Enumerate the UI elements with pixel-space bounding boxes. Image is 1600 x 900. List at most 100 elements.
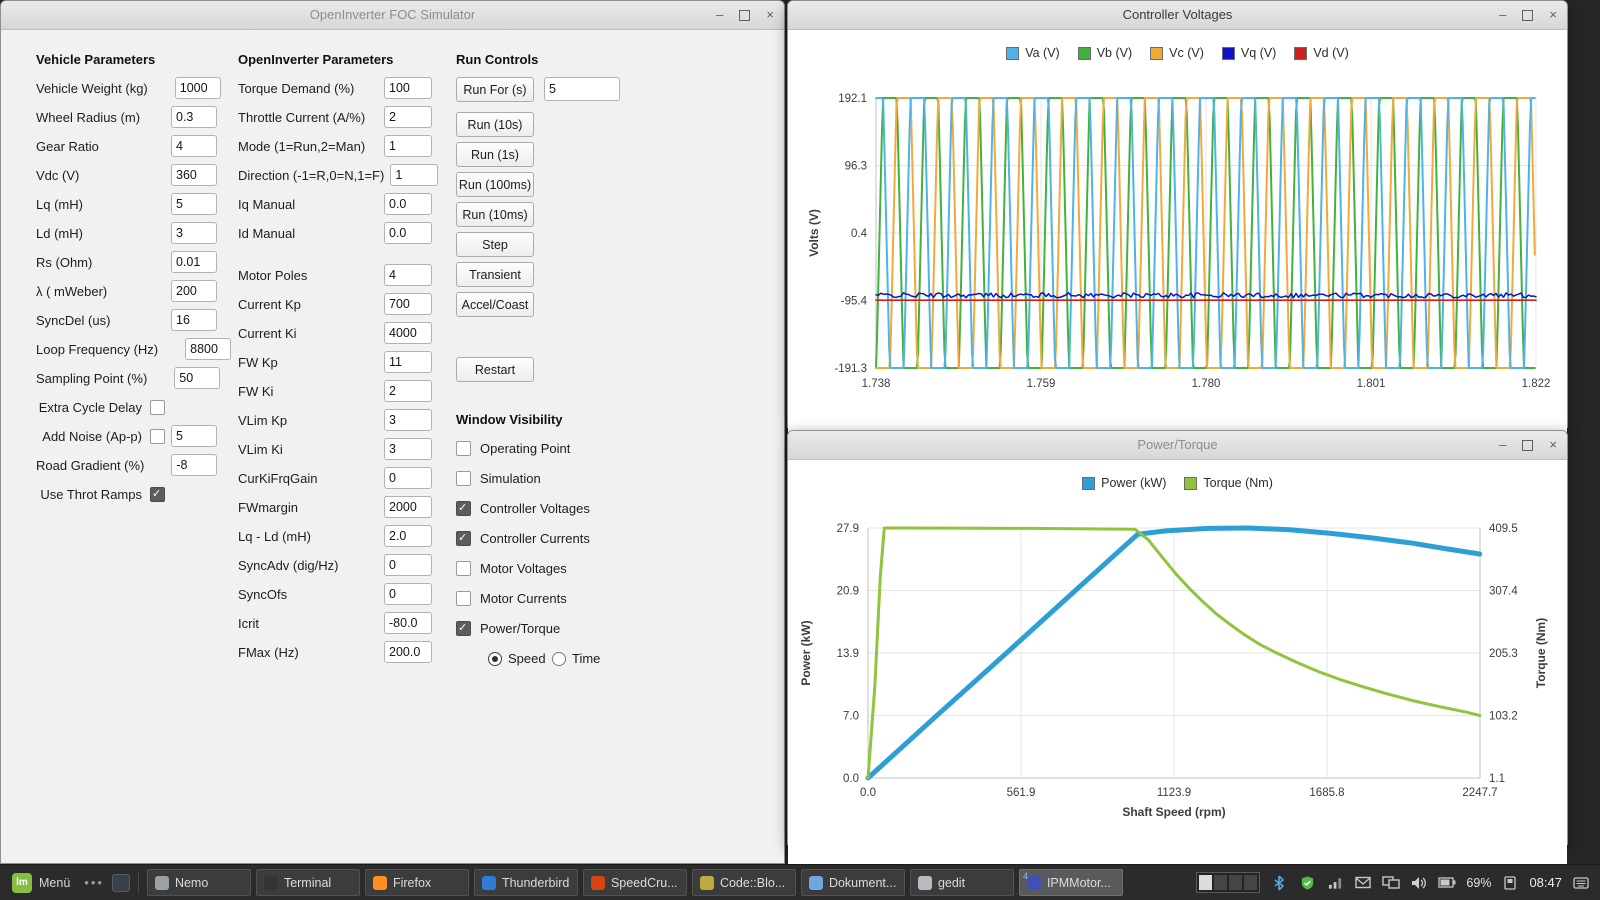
visibility-checkbox[interactable] bbox=[456, 471, 471, 486]
taskbar-window-button[interactable]: Nemo bbox=[147, 869, 251, 896]
param-input[interactable]: 200.0 bbox=[384, 641, 432, 663]
legend-item[interactable]: Power (kW) bbox=[1082, 476, 1166, 490]
workspace-3[interactable] bbox=[1229, 875, 1242, 890]
workspace-1[interactable] bbox=[1199, 875, 1212, 890]
param-input[interactable]: 0.01 bbox=[171, 251, 217, 273]
visibility-checkbox[interactable] bbox=[456, 561, 471, 576]
legend-item[interactable]: Torque (Nm) bbox=[1184, 476, 1272, 490]
run-button[interactable]: Run (10ms) bbox=[456, 202, 534, 227]
param-input[interactable]: 360 bbox=[171, 164, 217, 186]
add-noise-checkbox[interactable] bbox=[150, 429, 165, 444]
close-icon[interactable]: × bbox=[1549, 438, 1557, 452]
controller-voltages-chart[interactable]: 192.196.30.4-95.4-191.31.7381.7591.7801.… bbox=[788, 72, 1567, 424]
shield-icon[interactable] bbox=[1298, 874, 1316, 892]
param-input[interactable]: 1 bbox=[384, 135, 432, 157]
visibility-item[interactable]: Motor Voltages bbox=[456, 557, 696, 579]
param-input[interactable]: 5 bbox=[171, 193, 217, 215]
param-input[interactable]: 4000 bbox=[384, 322, 432, 344]
mail-icon[interactable] bbox=[1354, 874, 1372, 892]
maximize-icon[interactable] bbox=[1522, 10, 1533, 21]
workspace-switcher[interactable] bbox=[1196, 872, 1260, 893]
param-input[interactable]: 8800 bbox=[185, 338, 231, 360]
minimize-icon[interactable]: – bbox=[1499, 8, 1506, 22]
param-input[interactable]: 2 bbox=[384, 106, 432, 128]
run-button[interactable]: Transient bbox=[456, 262, 534, 287]
displays-icon[interactable] bbox=[1382, 874, 1400, 892]
legend-item[interactable]: Vb (V) bbox=[1078, 46, 1132, 60]
param-input[interactable]: 0 bbox=[384, 467, 432, 489]
legend-item[interactable]: Vq (V) bbox=[1222, 46, 1276, 60]
minimize-icon[interactable]: – bbox=[1499, 438, 1506, 452]
maximize-icon[interactable] bbox=[739, 10, 750, 21]
workspace-4[interactable] bbox=[1244, 875, 1257, 890]
radio-time[interactable]: Time bbox=[552, 651, 600, 666]
radio-speed[interactable]: Speed bbox=[488, 651, 552, 666]
extra-cycle-delay-checkbox[interactable] bbox=[150, 400, 165, 415]
road-gradient-input[interactable]: -8 bbox=[171, 454, 217, 476]
taskbar-window-button[interactable]: gedit bbox=[910, 869, 1014, 896]
visibility-checkbox[interactable] bbox=[456, 441, 471, 456]
close-icon[interactable]: × bbox=[1549, 8, 1557, 22]
minimize-icon[interactable]: – bbox=[716, 8, 723, 22]
param-input[interactable]: -80.0 bbox=[384, 612, 432, 634]
param-input[interactable]: 50 bbox=[174, 367, 220, 389]
taskbar-window-button[interactable]: Dokument... bbox=[801, 869, 905, 896]
legend-item[interactable]: Vd (V) bbox=[1294, 46, 1348, 60]
param-input[interactable]: 100 bbox=[384, 77, 432, 99]
visibility-checkbox[interactable] bbox=[456, 621, 471, 636]
taskbar-window-button[interactable]: 4 IPMMotor... bbox=[1019, 869, 1123, 896]
taskbar-window-button[interactable]: Code::Blo... bbox=[692, 869, 796, 896]
param-input[interactable]: 3 bbox=[384, 438, 432, 460]
workspace-2[interactable] bbox=[1214, 875, 1227, 890]
battery-percent[interactable]: 69% bbox=[1466, 876, 1491, 890]
run-button[interactable]: Run (100ms) bbox=[456, 172, 534, 197]
param-input[interactable]: 1 bbox=[390, 164, 438, 186]
run-button[interactable]: Run (10s) bbox=[456, 112, 534, 137]
param-input[interactable]: 700 bbox=[384, 293, 432, 315]
radio-icon[interactable] bbox=[552, 652, 566, 666]
run-for-button[interactable]: Run For (s) bbox=[456, 77, 534, 102]
titlebar[interactable]: OpenInverter FOC Simulator – × bbox=[1, 1, 784, 30]
run-button[interactable]: Accel/Coast bbox=[456, 292, 534, 317]
titlebar[interactable]: Power/Torque – × bbox=[788, 431, 1567, 460]
param-input[interactable]: 0.0 bbox=[384, 193, 432, 215]
param-input[interactable]: 200 bbox=[171, 280, 217, 302]
removable-media-icon[interactable] bbox=[1501, 874, 1519, 892]
close-icon[interactable]: × bbox=[766, 8, 774, 22]
param-input[interactable]: 4 bbox=[384, 264, 432, 286]
radio-icon[interactable] bbox=[488, 652, 502, 666]
visibility-checkbox[interactable] bbox=[456, 591, 471, 606]
battery-icon[interactable] bbox=[1438, 874, 1456, 892]
maximize-icon[interactable] bbox=[1522, 440, 1533, 451]
add-noise-input[interactable]: 5 bbox=[171, 425, 217, 447]
param-input[interactable]: 1000 bbox=[175, 77, 221, 99]
run-button[interactable]: Step bbox=[456, 232, 534, 257]
volume-icon[interactable] bbox=[1410, 874, 1428, 892]
visibility-item[interactable]: Motor Currents bbox=[456, 587, 696, 609]
param-input[interactable]: 0.0 bbox=[384, 222, 432, 244]
panel-dots-icon[interactable]: ••• bbox=[84, 875, 104, 890]
param-input[interactable]: 4 bbox=[171, 135, 217, 157]
param-input[interactable]: 2 bbox=[384, 380, 432, 402]
taskbar-window-button[interactable]: Thunderbird bbox=[474, 869, 578, 896]
param-input[interactable]: 0 bbox=[384, 554, 432, 576]
titlebar[interactable]: Controller Voltages – × bbox=[788, 1, 1567, 30]
taskbar-window-button[interactable]: SpeedCru... bbox=[583, 869, 687, 896]
run-button[interactable]: Run (1s) bbox=[456, 142, 534, 167]
power-torque-chart[interactable]: 27.920.913.97.00.0409.5307.4205.3103.21.… bbox=[788, 502, 1567, 845]
param-input[interactable]: 16 bbox=[171, 309, 217, 331]
visibility-item[interactable]: Operating Point bbox=[456, 437, 696, 459]
param-input[interactable]: 0.3 bbox=[171, 106, 217, 128]
clock[interactable]: 08:47 bbox=[1529, 875, 1562, 890]
param-input[interactable]: 2000 bbox=[384, 496, 432, 518]
taskbar-window-button[interactable]: Terminal bbox=[256, 869, 360, 896]
run-for-input[interactable]: 5 bbox=[544, 77, 620, 101]
legend-item[interactable]: Va (V) bbox=[1006, 46, 1060, 60]
menu-button[interactable]: lm Menü bbox=[6, 868, 76, 898]
visibility-item[interactable]: Simulation bbox=[456, 467, 696, 489]
restart-button[interactable]: Restart bbox=[456, 357, 534, 382]
param-input[interactable]: 3 bbox=[384, 409, 432, 431]
show-desktop-icon[interactable] bbox=[112, 874, 130, 892]
param-input[interactable]: 11 bbox=[384, 351, 432, 373]
visibility-item[interactable]: Controller Currents bbox=[456, 527, 696, 549]
